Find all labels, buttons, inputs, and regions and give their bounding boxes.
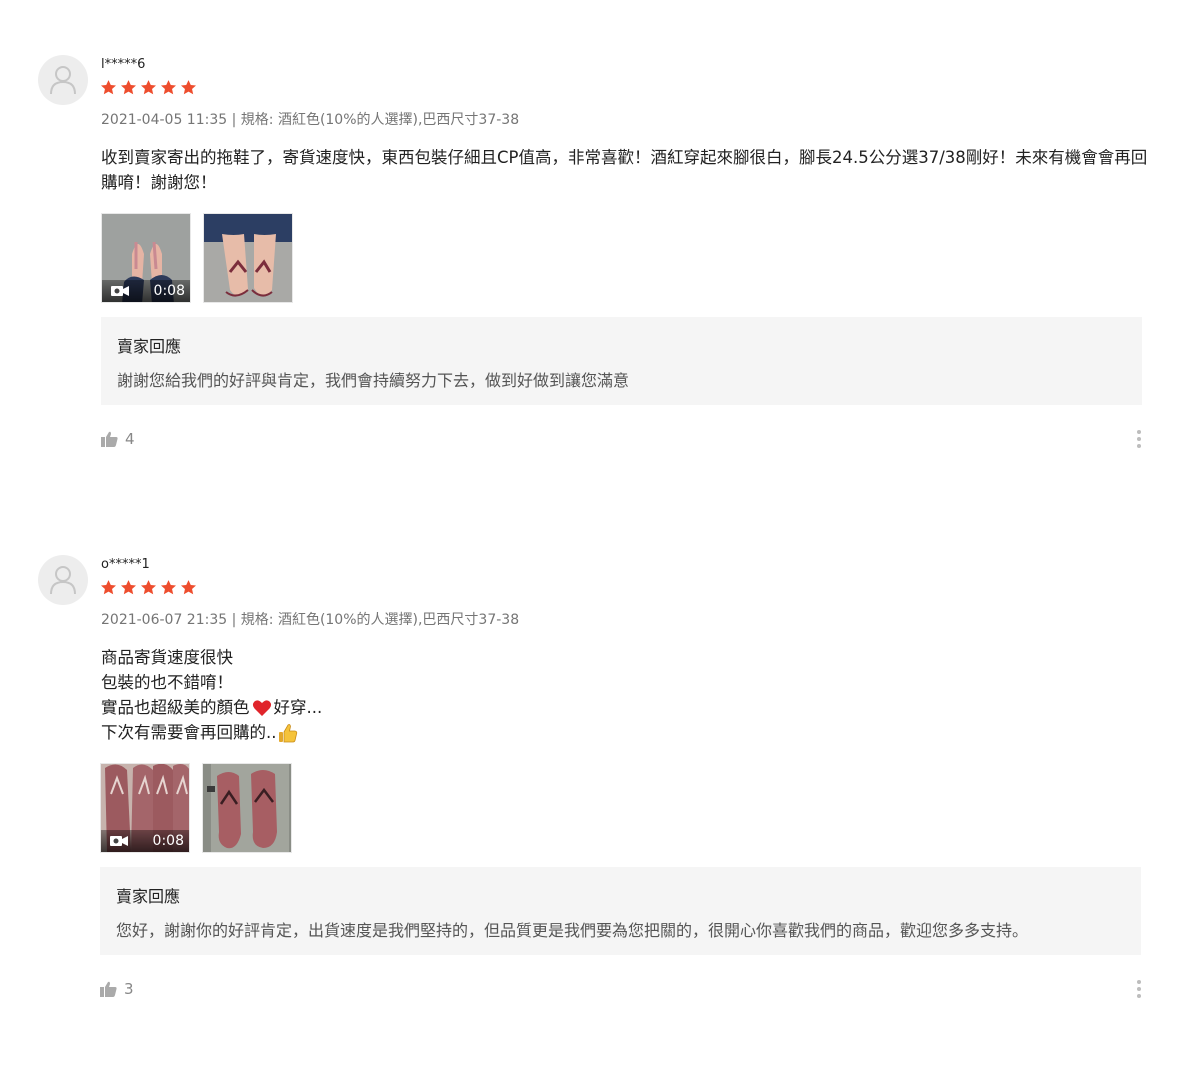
red-heart-icon [252, 699, 271, 716]
star-icon [140, 580, 157, 595]
more-options-button[interactable] [1130, 427, 1148, 451]
review-content: 收到賣家寄出的拖鞋了，寄貨速度快，東西包裝仔細且CP值高，非常喜歡！酒紅穿起來腳… [101, 148, 1148, 192]
thumbs-up-icon [101, 431, 118, 447]
seller-reply-text: 謝謝您給我們的好評與肯定，我們會持續努力下去，做到好做到讓您滿意 [117, 371, 630, 390]
review-content: 商品寄貨速度很快 包裝的也不錯唷！ 實品也超級美的顏色 好穿... 下次有需要會… [101, 645, 1151, 745]
review-media: 0:08 [101, 213, 293, 303]
user-icon [50, 66, 76, 95]
like-count: 4 [125, 430, 135, 448]
review-photo-image [203, 764, 291, 852]
review-photo-thumbnail[interactable] [202, 763, 292, 853]
star-icon [180, 580, 197, 595]
star-icon [160, 80, 177, 95]
star-icon [180, 80, 197, 95]
review-content-line: 實品也超級美的顏色 好穿... [101, 695, 1151, 720]
star-icon [120, 80, 137, 95]
review-author: l*****6 [101, 57, 146, 72]
review-media: 0:08 [100, 763, 292, 853]
review-content-text: 好穿... [273, 698, 323, 717]
video-bar: 0:08 [102, 280, 190, 302]
review-video-thumbnail[interactable]: 0:08 [100, 763, 190, 853]
review-photo-thumbnail[interactable] [203, 213, 293, 303]
video-duration: 0:08 [152, 833, 184, 849]
seller-reply: 賣家回應 您好，謝謝你的好評肯定，出貨速度是我們堅持的，但品質更是我們要為您把關… [100, 867, 1141, 955]
video-camera-icon [111, 286, 129, 296]
more-options-button[interactable] [1130, 977, 1148, 1001]
review-meta: 2021-04-05 11:35 | 規格: 酒紅色(10%的人選擇),巴西尺寸… [101, 112, 520, 128]
review-content-line: 包裝的也不錯唷！ [101, 673, 233, 692]
review-photo-image [204, 214, 292, 302]
review-item: l*****6 2021-04-05 11:35 | 規格: 酒紅色(10%的人… [0, 55, 1188, 475]
like-button[interactable]: 4 [101, 430, 135, 448]
like-count: 3 [124, 980, 134, 998]
star-icon [100, 80, 117, 95]
review-meta: 2021-06-07 21:35 | 規格: 酒紅色(10%的人選擇),巴西尺寸… [101, 612, 520, 628]
star-rating [100, 579, 197, 596]
video-bar: 0:08 [101, 830, 189, 852]
star-icon [140, 80, 157, 95]
star-rating [100, 79, 197, 96]
star-icon [160, 580, 177, 595]
seller-reply-title: 賣家回應 [117, 337, 182, 356]
seller-reply-title: 賣家回應 [116, 887, 181, 906]
user-avatar[interactable] [38, 55, 88, 105]
review-item: o*****1 2021-06-07 21:35 | 規格: 酒紅色(10%的人… [0, 555, 1188, 1025]
review-video-thumbnail[interactable]: 0:08 [101, 213, 191, 303]
user-icon [50, 566, 76, 595]
video-duration: 0:08 [153, 283, 185, 299]
star-icon [100, 580, 117, 595]
seller-reply-text: 您好，謝謝你的好評肯定，出貨速度是我們堅持的，但品質更是我們要為您把關的，很開心… [116, 921, 1029, 940]
video-camera-icon [110, 836, 128, 846]
user-avatar[interactable] [38, 555, 88, 605]
thumbs-up-icon [100, 981, 117, 997]
review-content-line: 商品寄貨速度很快 [101, 648, 233, 667]
seller-reply: 賣家回應 謝謝您給我們的好評與肯定，我們會持續努力下去，做到好做到讓您滿意 [101, 317, 1142, 405]
review-content-text: 下次有需要會再回購的.. [101, 723, 277, 742]
review-content-line: 下次有需要會再回購的.. [101, 720, 1151, 745]
review-content-text: 實品也超級美的顏色 [101, 698, 250, 717]
thumbs-up-emoji-icon [278, 723, 297, 742]
star-icon [120, 580, 137, 595]
review-author: o*****1 [101, 557, 150, 572]
like-button[interactable]: 3 [100, 980, 134, 998]
